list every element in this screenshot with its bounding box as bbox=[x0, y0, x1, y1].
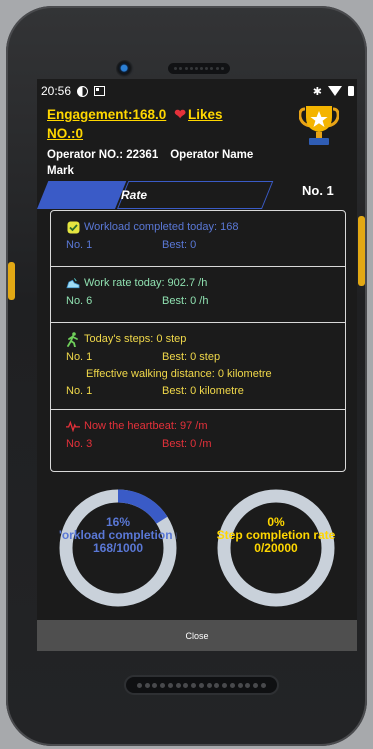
heartbeat-title: Now the heartbeat: 97 /m bbox=[84, 420, 208, 432]
engagement-score: Engagement:168.0 bbox=[47, 107, 167, 122]
rank-badge: No. 1 bbox=[302, 183, 334, 198]
work-rate-best: Best: 0 /h bbox=[162, 294, 209, 307]
trophy-icon bbox=[299, 106, 339, 145]
step-ring-text: 0% Step completion rate 0/20000 bbox=[196, 516, 356, 555]
engagement-header: Engagement:168.0 ❤ Likes NO.:0 bbox=[47, 105, 287, 143]
completion-rings: 16% 'orkload completion ra 168/1000 0% S… bbox=[37, 484, 357, 614]
tab-active[interactable] bbox=[37, 181, 127, 209]
side-key-button bbox=[358, 216, 365, 286]
workload-best: Best: 0 bbox=[162, 238, 197, 251]
workload-ring-label: 'orkload completion ra bbox=[59, 529, 177, 542]
image-notification-icon bbox=[94, 86, 106, 96]
front-camera bbox=[116, 60, 134, 78]
steps-best: Best: 0 step bbox=[162, 350, 221, 363]
distance-best: Best: 0 kilometre bbox=[162, 384, 244, 397]
close-label: Close bbox=[185, 630, 209, 641]
shoe-icon bbox=[66, 276, 80, 290]
step-ring-value: 0/20000 bbox=[254, 541, 298, 555]
distance-title: Effective walking distance: 0 kilometre bbox=[86, 367, 272, 380]
steps-section: Today's steps: 0 step No. 1 Best: 0 step… bbox=[51, 323, 345, 410]
heart-icon: ❤ bbox=[174, 106, 187, 122]
app-screen: 20:56 ✱ Engagement:168.0 ❤ Likes NO.:0 Ope… bbox=[37, 79, 357, 651]
distance-rank: No. 1 bbox=[66, 384, 93, 397]
wifi-icon bbox=[328, 86, 342, 96]
operator-name: Mark bbox=[47, 165, 74, 177]
likes-link[interactable]: Likes bbox=[188, 107, 223, 122]
battery-icon bbox=[348, 86, 354, 96]
checkmark-icon bbox=[66, 220, 80, 234]
heartbeat-rank: No. 3 bbox=[66, 437, 93, 450]
work-rate-title: Work rate today: 902.7 /h bbox=[84, 277, 208, 289]
steps-rank: No. 1 bbox=[66, 350, 93, 363]
contrast-icon bbox=[77, 85, 89, 97]
earpiece-grille bbox=[168, 63, 230, 74]
heartbeat-best: Best: 0 /m bbox=[162, 437, 212, 450]
work-rate-section: Work rate today: 902.7 /h No. 6 Best: 0 … bbox=[51, 267, 345, 323]
status-time: 20:56 bbox=[41, 84, 72, 98]
work-rate-rank: No. 6 bbox=[66, 294, 93, 307]
tab-rate-label: Rate bbox=[121, 188, 148, 202]
walking-person-icon bbox=[66, 331, 80, 347]
volume-button bbox=[8, 262, 15, 300]
heartbeat-icon bbox=[66, 419, 80, 433]
workload-rank: No. 1 bbox=[66, 238, 93, 251]
workload-ring-text: 16% 'orkload completion ra 168/1000 bbox=[38, 516, 198, 555]
operator-info: Operator NO.: 22361 Operator Name Mark bbox=[47, 147, 277, 179]
speaker-grille bbox=[124, 675, 279, 695]
workload-ring-percent: 16% bbox=[105, 516, 131, 529]
operator-name-label: Operator Name bbox=[170, 149, 254, 161]
close-button[interactable]: Close bbox=[37, 620, 357, 651]
workload-ring-value: 168/1000 bbox=[92, 542, 144, 555]
workload-title: Workload completed today: 168 bbox=[84, 221, 239, 233]
workload-section: Workload completed today: 168 No. 1 Best… bbox=[51, 211, 345, 267]
stats-card: Workload completed today: 168 No. 1 Best… bbox=[50, 210, 346, 472]
steps-title: Today's steps: 0 step bbox=[84, 333, 187, 345]
operator-number: Operator NO.: 22361 bbox=[47, 149, 159, 161]
bluetooth-icon: ✱ bbox=[312, 85, 322, 98]
status-bar: 20:56 ✱ bbox=[37, 79, 357, 103]
likes-count: NO.:0 bbox=[47, 126, 84, 141]
heartbeat-section: Now the heartbeat: 97 /m No. 3 Best: 0 /… bbox=[51, 410, 345, 470]
